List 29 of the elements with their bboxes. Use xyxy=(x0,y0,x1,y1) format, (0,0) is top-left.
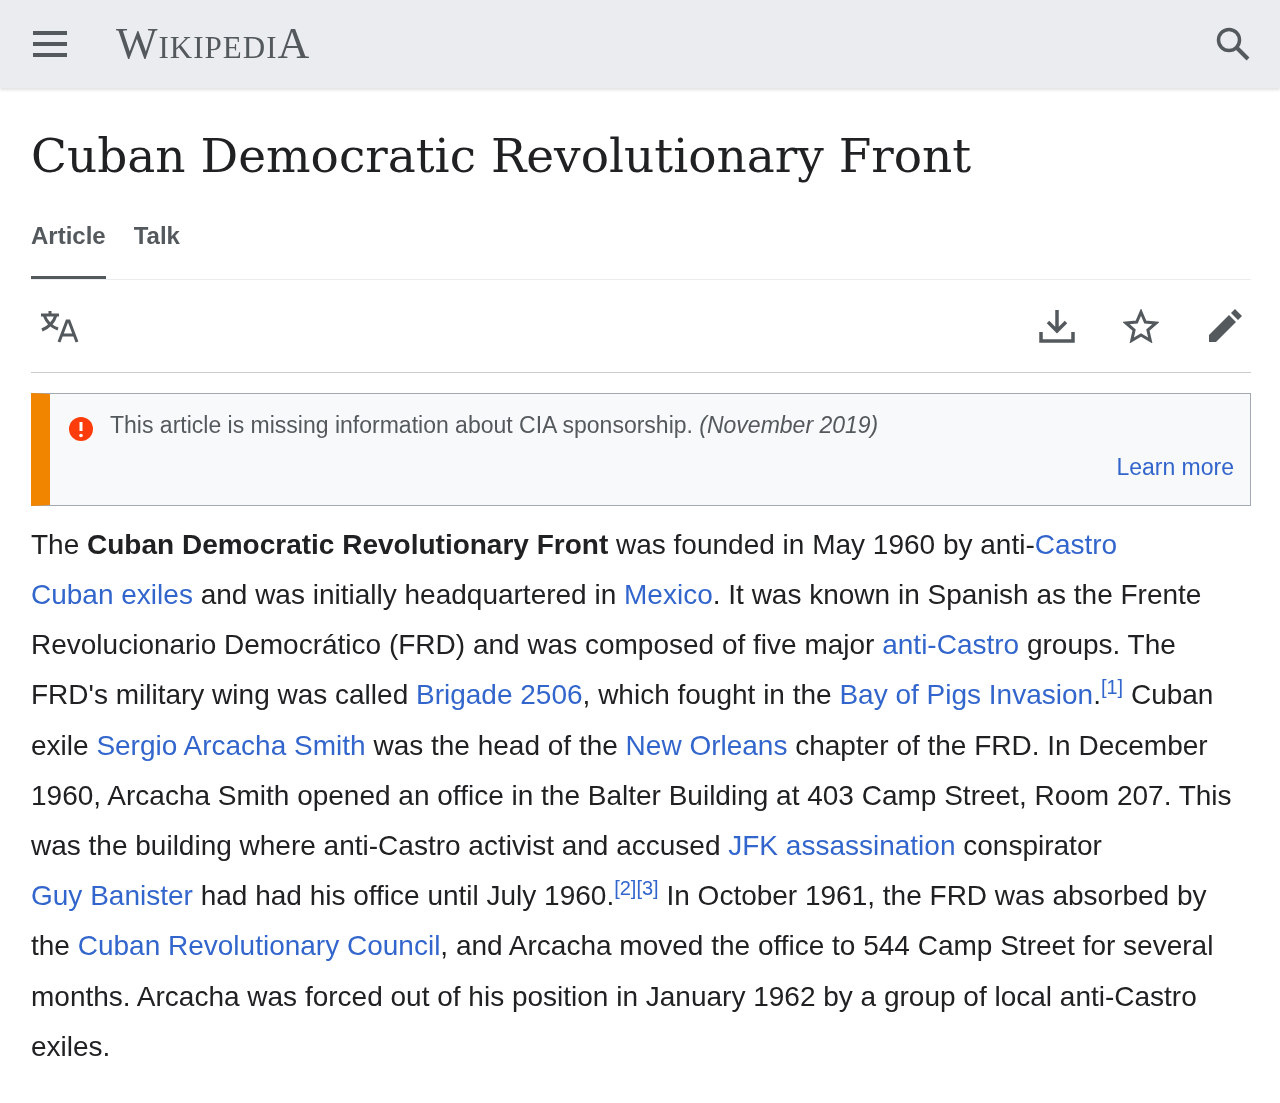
tab[interactable]: Article xyxy=(31,217,106,279)
article-link[interactable]: anti-Castro xyxy=(882,629,1020,661)
translate-icon[interactable] xyxy=(39,308,79,343)
warning-icon xyxy=(68,415,94,442)
notice-text: This article is missing information about CIA sponsorship. (November 2019) xyxy=(110,410,880,440)
article-paragraph: The Cuban Democratic Revolutionary Front was founded in May 1960 by anti-Castro Cuban exiles and was initially headquartered in Mexico. It was known in Spanish as the Frente Revolucionario Democrático (FRD) and was composed of five major anti-Castro groups. The FRD's military wing was called Brigade 2506, which fought in the Bay of Pigs Invasion.$^{[1]}$ Cuban exile Sergio Arcacha Smith was the head of the New Orleans chapter of the FRD. In December 1960, Arcacha Smith opened an office in the Balter Building at 403 Camp Street, Room 207. This was the building where anti-Castro activist and accused JFK assassination conspirator Guy Banister had had his office until July 1960.$^{[2]}$$^{[3]}$ In October 1961, the FRD was absorbed by the Cuban Revolutionary Council, and Arcacha moved the office to 544 Camp Street for several months. Arcacha was forced out of his position in January 1962 by a group of local anti-Castro exiles. xyxy=(31,527,1233,1064)
search-icon[interactable] xyxy=(1216,27,1250,61)
learn-more-link[interactable]: Learn more xyxy=(1116,450,1234,485)
reference-link[interactable]: [3] xyxy=(636,877,659,900)
article-link[interactable]: JFK assassination xyxy=(728,829,956,861)
menu-icon[interactable] xyxy=(32,30,68,58)
article-link[interactable]: New Orleans xyxy=(625,729,788,761)
article-link[interactable]: Brigade 2506 xyxy=(416,679,583,711)
article-link[interactable]: Sergio Arcacha Smith xyxy=(96,729,366,761)
tab[interactable]: Talk xyxy=(133,217,180,279)
reference-link[interactable]: [1] xyxy=(1100,676,1124,699)
download-icon[interactable] xyxy=(1039,307,1075,344)
article-link[interactable]: Mexico xyxy=(624,578,713,610)
article-link[interactable]: Guy Banister xyxy=(31,880,193,912)
wikipedia-logo[interactable]: WikipediA xyxy=(116,22,311,66)
article-link[interactable]: Cuban Revolutionary Council xyxy=(77,930,441,962)
pencil-icon[interactable] xyxy=(1207,307,1243,344)
article-link[interactable]: Invasion xyxy=(988,679,1094,711)
page-title: Cuban Democratic Revolutionary Front xyxy=(31,130,973,182)
article-link[interactable]: Cuban exiles xyxy=(31,578,193,610)
article-link[interactable]: Bay of Pigs xyxy=(839,679,982,711)
star-icon[interactable] xyxy=(1123,308,1159,343)
article-link[interactable]: Castro xyxy=(1034,528,1118,560)
reference-link[interactable]: [2] xyxy=(614,877,637,900)
